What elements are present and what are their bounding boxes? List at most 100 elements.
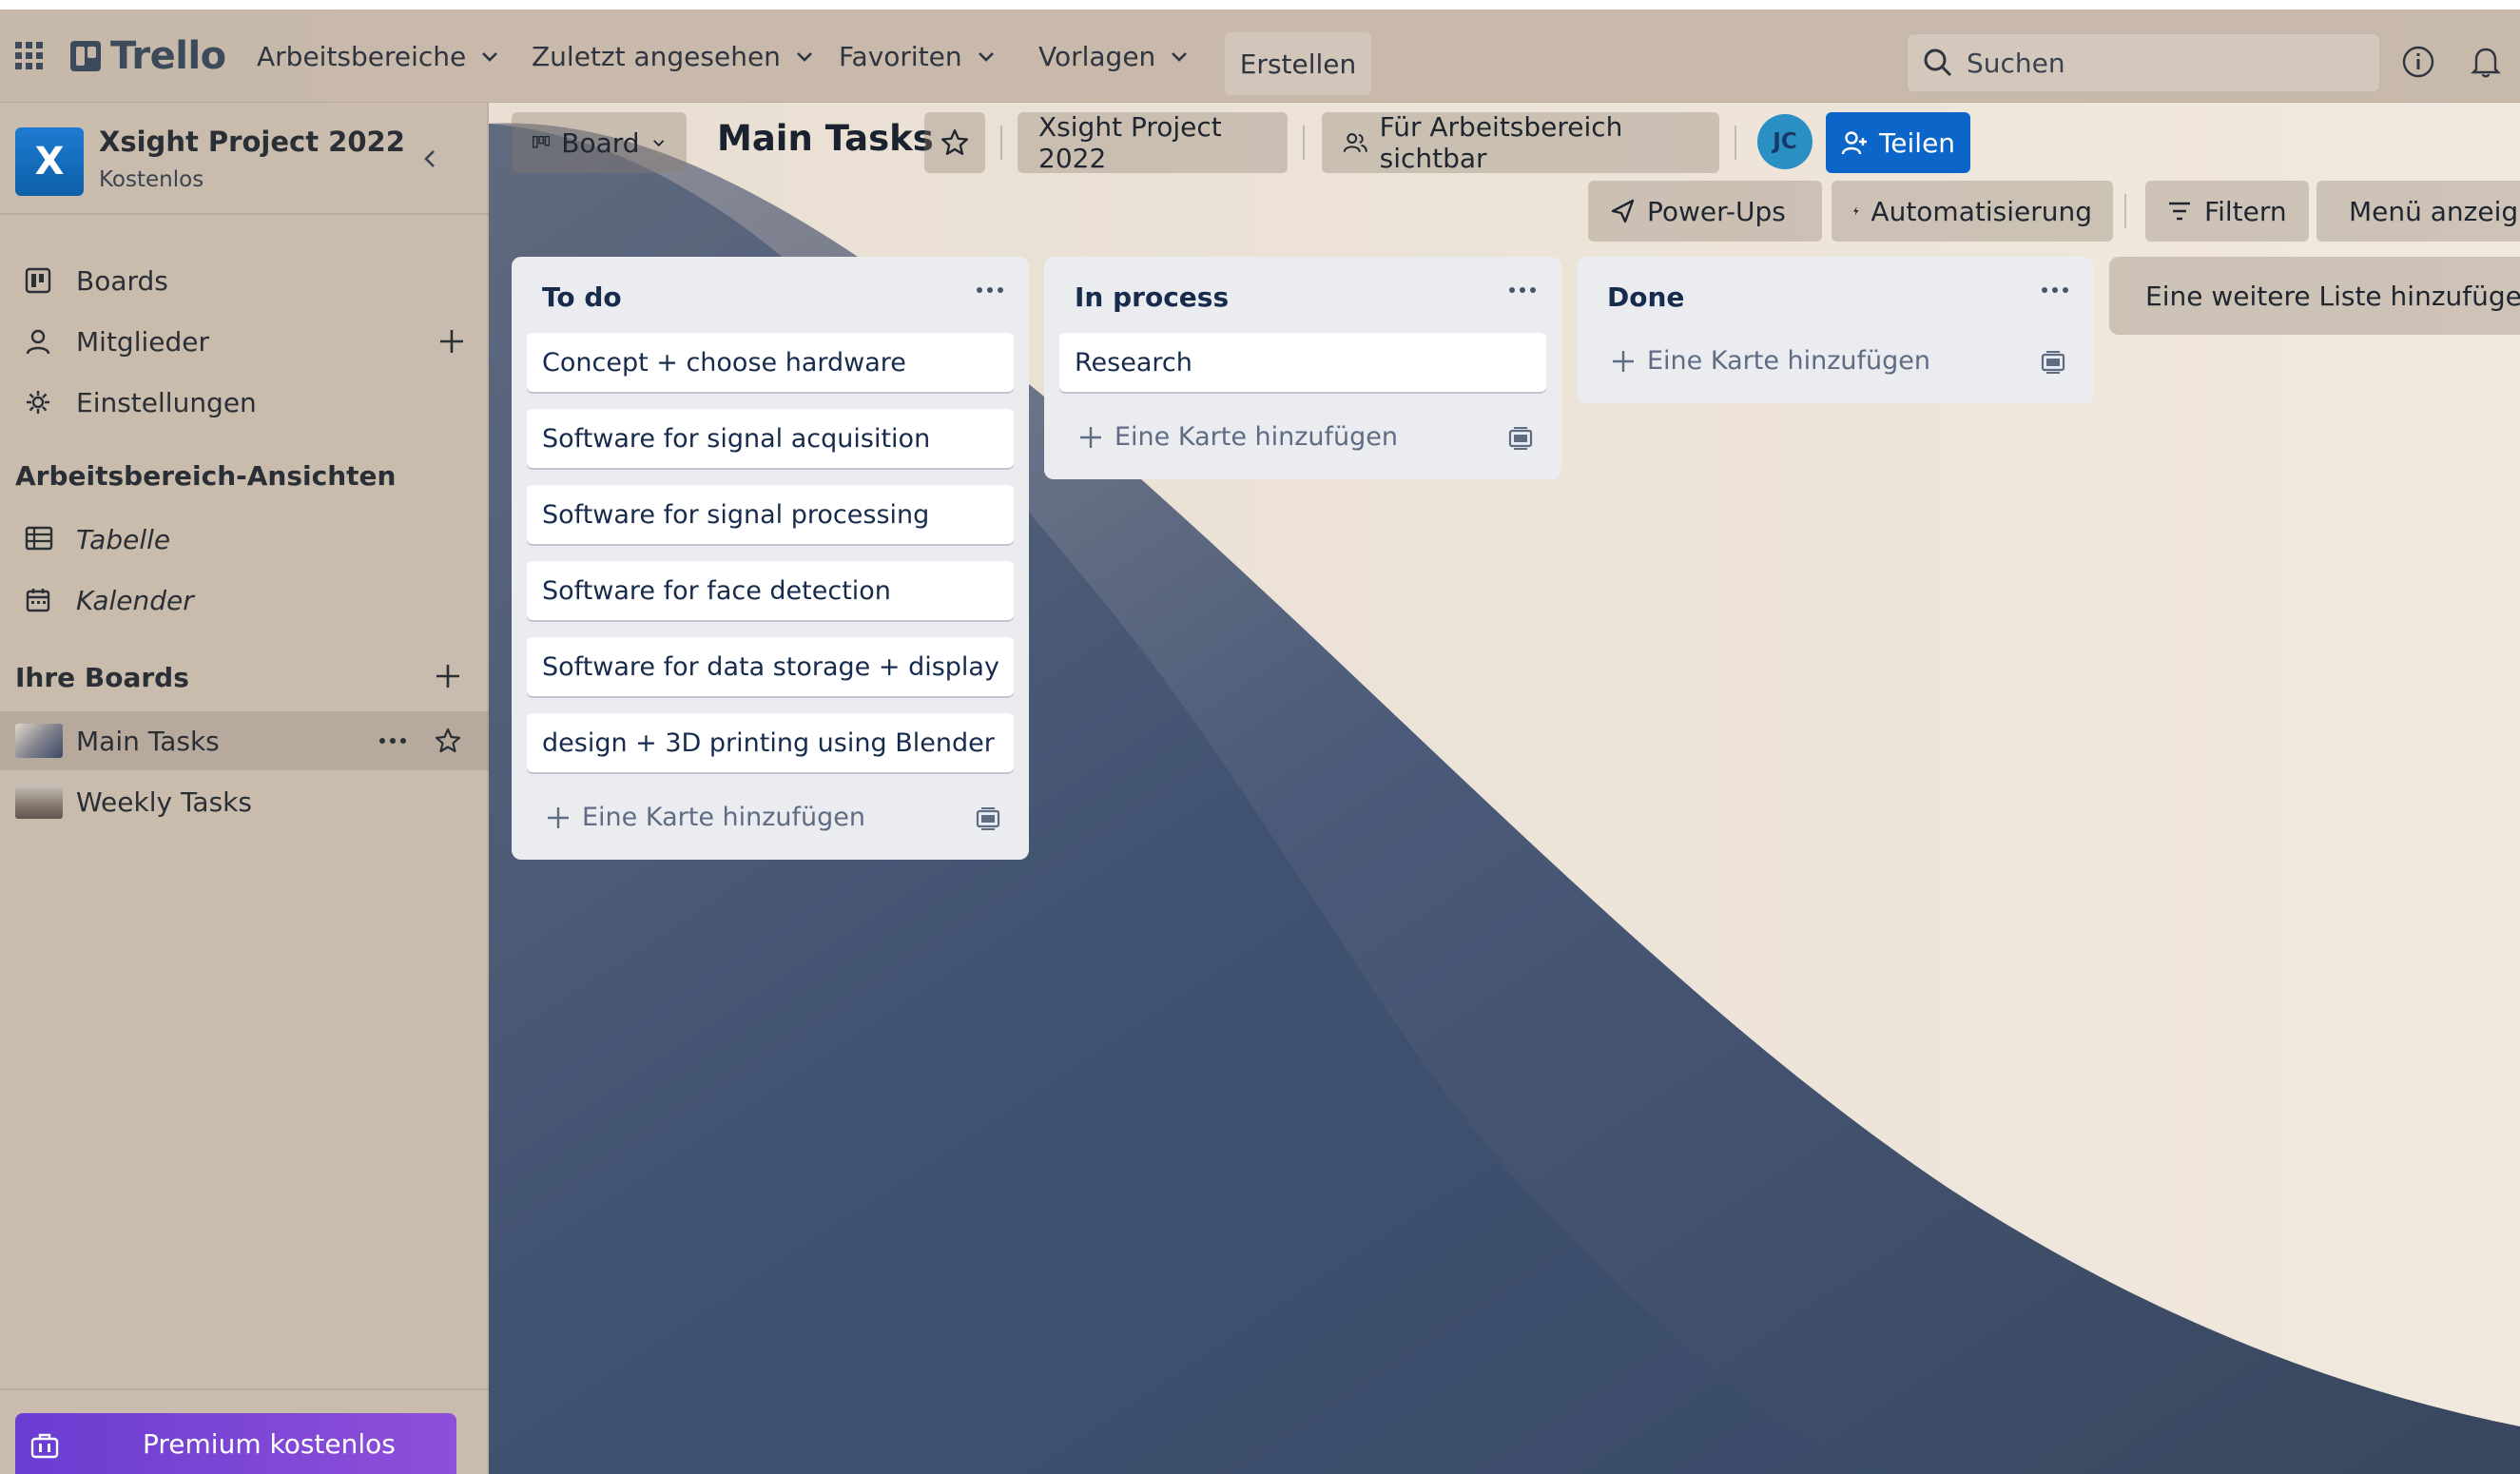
- bell-icon[interactable]: [2471, 46, 2501, 78]
- premium-button[interactable]: Premium kostenlos: [15, 1413, 456, 1474]
- sidebar-item-label: Einstellungen: [76, 386, 257, 418]
- add-card-label: Eine Karte hinzufügen: [1647, 346, 1931, 376]
- nav-zuletzt-angesehen[interactable]: Zuletzt angesehen: [532, 23, 815, 89]
- card-template-icon[interactable]: [2041, 350, 2065, 375]
- list-menu-icon[interactable]: [2041, 285, 2069, 295]
- card[interactable]: Software for signal processing: [527, 485, 1014, 544]
- workspace-button[interactable]: Xsight Project 2022: [1018, 111, 1288, 174]
- trello-logo[interactable]: Trello: [70, 23, 226, 89]
- visibility-label: Für Arbeitsbereich sichtbar: [1379, 111, 1623, 174]
- lightning-icon: [1853, 206, 1859, 216]
- board-icon: [25, 267, 51, 294]
- nav-arbeitsbereiche[interactable]: Arbeitsbereiche: [257, 23, 500, 89]
- plus-icon: [548, 806, 569, 828]
- sidebar-item-label: Kalender: [76, 584, 194, 616]
- visibility-button[interactable]: Für Arbeitsbereich sichtbar: [1322, 111, 1719, 174]
- boards-heading: Ihre Boards: [15, 662, 189, 693]
- add-card-button[interactable]: Eine Karte hinzufügen: [1611, 346, 1930, 376]
- share-button[interactable]: Teilen: [1826, 112, 1970, 173]
- automation-label: Automatisierung: [1871, 195, 2092, 227]
- calendar-icon: [26, 589, 50, 612]
- add-list-button[interactable]: Eine weitere Liste hinzufügen: [2109, 257, 2520, 335]
- chevron-down-icon: [1172, 52, 1188, 62]
- add-member-icon[interactable]: [437, 327, 466, 356]
- workspace-avatar[interactable]: X: [15, 127, 84, 196]
- list-menu-icon[interactable]: [1508, 285, 1537, 295]
- gear-icon: [27, 391, 49, 414]
- list-menu-icon[interactable]: [976, 285, 1004, 295]
- sidebar-item-calendar[interactable]: Kalender: [0, 571, 489, 630]
- plus-icon: [1613, 350, 1634, 372]
- separator: [2124, 194, 2126, 228]
- chevron-left-icon[interactable]: [418, 146, 443, 171]
- separator: [1303, 126, 1305, 160]
- list-title[interactable]: To do: [542, 281, 622, 313]
- list-done: Done Eine Karte hinzufügen: [1577, 257, 2094, 403]
- card[interactable]: design + 3D printing using Blender: [527, 713, 1014, 772]
- filter-button[interactable]: Filtern: [2145, 181, 2309, 242]
- separator: [1735, 126, 1736, 160]
- card-template-icon[interactable]: [1508, 426, 1533, 451]
- sidebar-item-settings[interactable]: Einstellungen: [0, 373, 489, 432]
- member-avatar[interactable]: JC: [1757, 114, 1812, 169]
- board-view-icon: [533, 135, 551, 148]
- top-header: Trello Arbeitsbereiche Zuletzt angesehen…: [0, 10, 2520, 103]
- power-ups-button[interactable]: Power-Ups: [1588, 181, 1822, 242]
- chevron-down-icon: [797, 52, 812, 62]
- chevron-down-icon: [652, 140, 664, 147]
- show-menu-button[interactable]: Menü anzeig: [2316, 181, 2520, 242]
- star-board-button[interactable]: [924, 112, 985, 173]
- sidebar-board-main-tasks[interactable]: Main Tasks: [0, 711, 489, 770]
- trello-logo-icon: [70, 41, 101, 71]
- sidebar-item-label: Tabelle: [76, 523, 171, 555]
- list-title[interactable]: Done: [1607, 281, 1684, 313]
- sidebar-board-label: Main Tasks: [76, 725, 220, 757]
- table-icon: [25, 526, 53, 551]
- app-switcher-icon[interactable]: [15, 23, 44, 89]
- info-icon[interactable]: [2402, 46, 2434, 78]
- star-icon: [941, 129, 968, 155]
- add-board-icon[interactable]: [434, 662, 462, 690]
- sidebar-item-boards[interactable]: Boards: [0, 251, 489, 310]
- power-ups-label: Power-Ups: [1647, 195, 1786, 227]
- board-thumbnail: [15, 724, 63, 758]
- view-label: Board: [561, 126, 640, 159]
- nav-label: Favoriten: [839, 40, 962, 72]
- add-list-label: Eine weitere Liste hinzufügen: [2145, 280, 2520, 312]
- add-card-label: Eine Karte hinzufügen: [1115, 422, 1399, 452]
- more-icon[interactable]: [378, 736, 407, 746]
- add-card-button[interactable]: Eine Karte hinzufügen: [546, 803, 865, 832]
- star-icon[interactable]: [434, 727, 462, 755]
- person-icon: [26, 329, 50, 355]
- search-input[interactable]: Suchen: [1906, 32, 2381, 93]
- view-switcher-button[interactable]: Board: [512, 112, 687, 173]
- list-title[interactable]: In process: [1075, 281, 1229, 313]
- create-button[interactable]: Erstellen: [1225, 32, 1371, 95]
- nav-vorlagen[interactable]: Vorlagen: [1038, 23, 1190, 89]
- card-template-icon[interactable]: [976, 806, 1000, 831]
- workspace-button-label: Xsight Project 2022: [1038, 111, 1222, 174]
- card[interactable]: Research: [1059, 333, 1546, 392]
- nav-label: Vorlagen: [1038, 40, 1156, 72]
- card[interactable]: Software for data storage + display: [527, 637, 1014, 696]
- sidebar-board-label: Weekly Tasks: [76, 785, 252, 818]
- nav-favoriten[interactable]: Favoriten: [839, 23, 997, 89]
- workspace-name[interactable]: Xsight Project 2022: [99, 126, 405, 158]
- board-title[interactable]: Main Tasks: [717, 118, 934, 159]
- card[interactable]: Software for signal acquisition: [527, 409, 1014, 468]
- filter-icon: [2169, 202, 2190, 221]
- nav-label: Arbeitsbereiche: [257, 40, 467, 72]
- sidebar-item-table[interactable]: Tabelle: [0, 510, 489, 569]
- card[interactable]: Software for face detection: [527, 561, 1014, 620]
- logo-text: Trello: [110, 34, 226, 78]
- sidebar-item-members[interactable]: Mitglieder: [0, 312, 489, 371]
- filter-label: Filtern: [2204, 195, 2287, 227]
- sidebar-board-weekly-tasks[interactable]: Weekly Tasks: [0, 772, 489, 831]
- top-strip: [0, 0, 2520, 10]
- add-card-button[interactable]: Eine Karte hinzufügen: [1078, 422, 1398, 452]
- automation-button[interactable]: Automatisierung: [1832, 181, 2113, 242]
- share-label: Teilen: [1878, 126, 1956, 159]
- card[interactable]: Concept + choose hardware: [527, 333, 1014, 392]
- workspace-header: X Xsight Project 2022 Kostenlos: [0, 103, 489, 215]
- briefcase-icon: [30, 1433, 59, 1459]
